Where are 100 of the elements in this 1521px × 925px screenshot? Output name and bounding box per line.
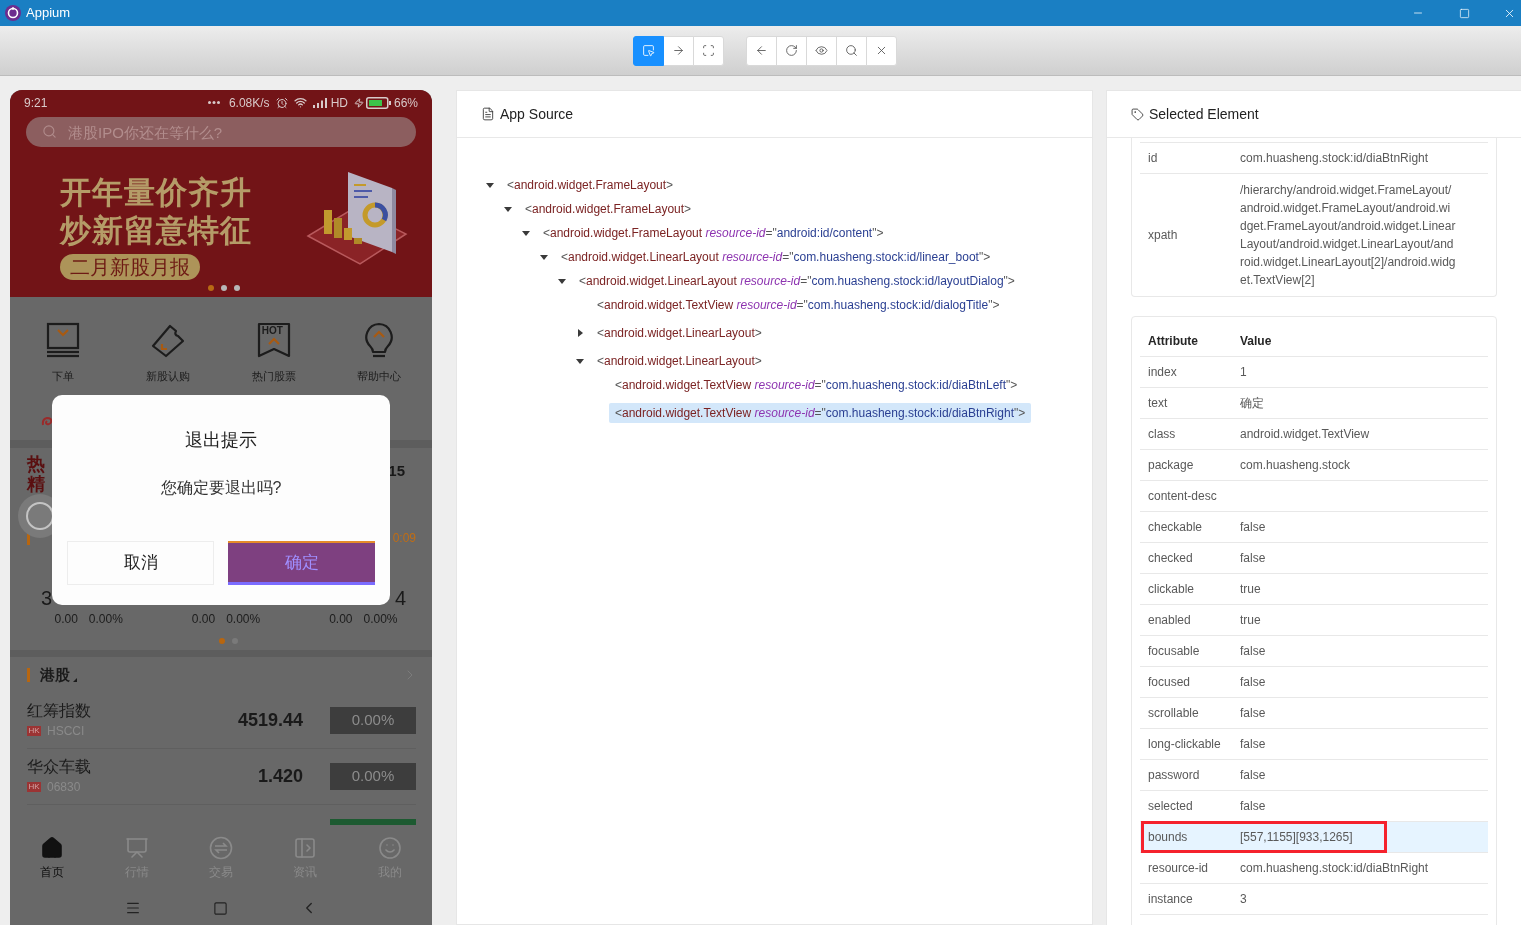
attribute-name: selected	[1147, 798, 1194, 815]
attribute-name: enabled	[1147, 612, 1192, 629]
search-icon	[42, 124, 57, 139]
attribute-value: false	[1240, 705, 1266, 722]
dialog-message: 您确定要退出吗?	[160, 478, 282, 498]
status-time: 9:21	[24, 94, 48, 112]
attribute-value: false	[1240, 798, 1266, 815]
column-header: Attribute	[1147, 332, 1199, 350]
stock-price: 1.420	[257, 765, 303, 788]
house-icon	[40, 836, 65, 860]
refresh-button[interactable]	[776, 35, 807, 66]
tree-node[interactable]: <android.widget.TextView resource-id="com.huasheng.stock:id/diaBtnRight">	[609, 403, 1032, 423]
tree-node[interactable]: <android.widget.FrameLayout>	[519, 199, 698, 219]
attribute-name: package	[1147, 457, 1195, 474]
menu-icon[interactable]	[124, 900, 141, 916]
signal-icon	[312, 97, 327, 108]
attribute-value: 确定	[1240, 395, 1264, 412]
tree-node[interactable]: <android.widget.LinearLayout>	[591, 351, 768, 371]
shortcut-label[interactable]: 帮助中心	[357, 369, 402, 383]
alarm-icon	[275, 96, 288, 109]
section-title: 精	[27, 474, 45, 494]
price-change: 0.00	[54, 611, 78, 628]
ticket-icon	[150, 322, 187, 358]
price-change: 0.00	[191, 611, 216, 628]
attribute-name: focusable	[1147, 643, 1201, 660]
attribute-value: false	[1240, 643, 1266, 660]
caret-icon[interactable]	[558, 278, 566, 284]
tab-item[interactable]: 首页	[10, 825, 95, 885]
eye-button[interactable]	[806, 35, 837, 66]
banner-tag: 二月新股月报	[60, 254, 200, 280]
attribute-name: bounds	[1147, 829, 1189, 846]
panel-title: Selected Element	[1149, 104, 1259, 124]
scan-frame-icon	[702, 44, 715, 57]
caret-icon[interactable]	[577, 329, 583, 337]
tree-node[interactable]: <android.widget.TextView resource-id="com.huasheng.stock:id/diaBtnLeft">	[609, 375, 1024, 395]
tree-node[interactable]: <android.widget.FrameLayout>	[501, 175, 680, 195]
cursor-square-icon	[642, 44, 655, 57]
search-button[interactable]	[836, 35, 867, 66]
attribute-name: resource-id	[1147, 860, 1210, 877]
market-badge: HK	[27, 781, 41, 792]
tree-node[interactable]: <android.widget.TextView resource-id="com.huasheng.stock:id/dialogTitle">	[591, 295, 1006, 315]
search-icon	[845, 44, 858, 57]
cancel-button[interactable]: 取消	[67, 541, 214, 585]
price-change: 0.00	[329, 611, 353, 628]
caret-icon[interactable]	[522, 230, 530, 236]
attribute-value: false	[1240, 550, 1266, 567]
attribute-name: password	[1147, 767, 1201, 784]
more-dots-icon	[207, 101, 220, 104]
section-title: 热	[27, 454, 45, 474]
refresh-icon	[785, 44, 798, 57]
exchange-icon	[209, 836, 233, 860]
attribute-value: com.huasheng.stock:id/diaBtnRight	[1240, 150, 1430, 167]
tag-icon	[1131, 107, 1144, 121]
attribute-name: text	[1147, 395, 1169, 412]
battery-icon	[365, 96, 391, 109]
logo-icon	[5, 5, 21, 21]
shortcut-label[interactable]: 热门股票	[251, 369, 296, 383]
shortcut-label[interactable]: 下单	[51, 369, 74, 383]
tree-node[interactable]: <android.widget.LinearLayout>	[591, 323, 768, 343]
section-title: 港股	[40, 664, 70, 685]
column-header: Value	[1240, 332, 1272, 350]
percent-change: 0.00%	[88, 611, 123, 628]
attribute-value: false	[1240, 519, 1266, 536]
stock-name: 红筹指数	[27, 700, 91, 721]
stock-name: 华众车载	[27, 756, 91, 777]
panel-icon	[293, 836, 318, 860]
shortcut-label[interactable]: 新股认购	[146, 369, 191, 383]
attribute-value: true	[1240, 581, 1261, 598]
attribute-name: class	[1147, 426, 1177, 443]
attribute-value: false	[1240, 767, 1266, 784]
tree-node[interactable]: <android.widget.LinearLayout resource-id="com.huasheng.stock:id/linear_boot">	[555, 247, 997, 267]
tree-node[interactable]: <android.widget.LinearLayout resource-id="com.huasheng.stock:id/layoutDialog">	[573, 271, 1021, 291]
percent-change: 0.00%	[226, 611, 261, 628]
smile-icon	[377, 836, 402, 860]
stock-price: 4519.44	[237, 709, 303, 732]
select-mode-button[interactable]	[633, 35, 664, 66]
confirm-button[interactable]: 确定	[228, 541, 375, 585]
quote-value: 15	[388, 461, 405, 481]
bookmark-icon	[256, 322, 291, 358]
square-icon[interactable]	[212, 900, 228, 916]
caret-icon[interactable]	[576, 358, 584, 364]
attribute-name: content-desc	[1147, 488, 1218, 505]
tray-icon	[45, 322, 80, 358]
attribute-value: true	[1240, 612, 1261, 629]
tap-mode-button[interactable]	[693, 35, 724, 66]
panel-title: App Source	[500, 104, 574, 124]
close-icon	[875, 44, 888, 57]
caret-icon[interactable]	[540, 254, 548, 260]
attribute-name: index	[1147, 364, 1178, 381]
arrow-left-icon	[755, 44, 768, 57]
swirl-icon	[41, 416, 53, 428]
lightbulb-icon	[364, 322, 395, 358]
caret-icon[interactable]	[486, 182, 494, 188]
caret-icon[interactable]	[504, 206, 512, 212]
index-value: 3	[41, 587, 53, 609]
attribute-value: 3	[1240, 891, 1247, 908]
attribute-value: com.huasheng.stock	[1240, 457, 1351, 474]
tree-node[interactable]: <android.widget.FrameLayout resource-id="android:id/content">	[537, 223, 890, 243]
presentation-icon	[124, 836, 149, 860]
dialog-title: 退出提示	[185, 429, 257, 451]
